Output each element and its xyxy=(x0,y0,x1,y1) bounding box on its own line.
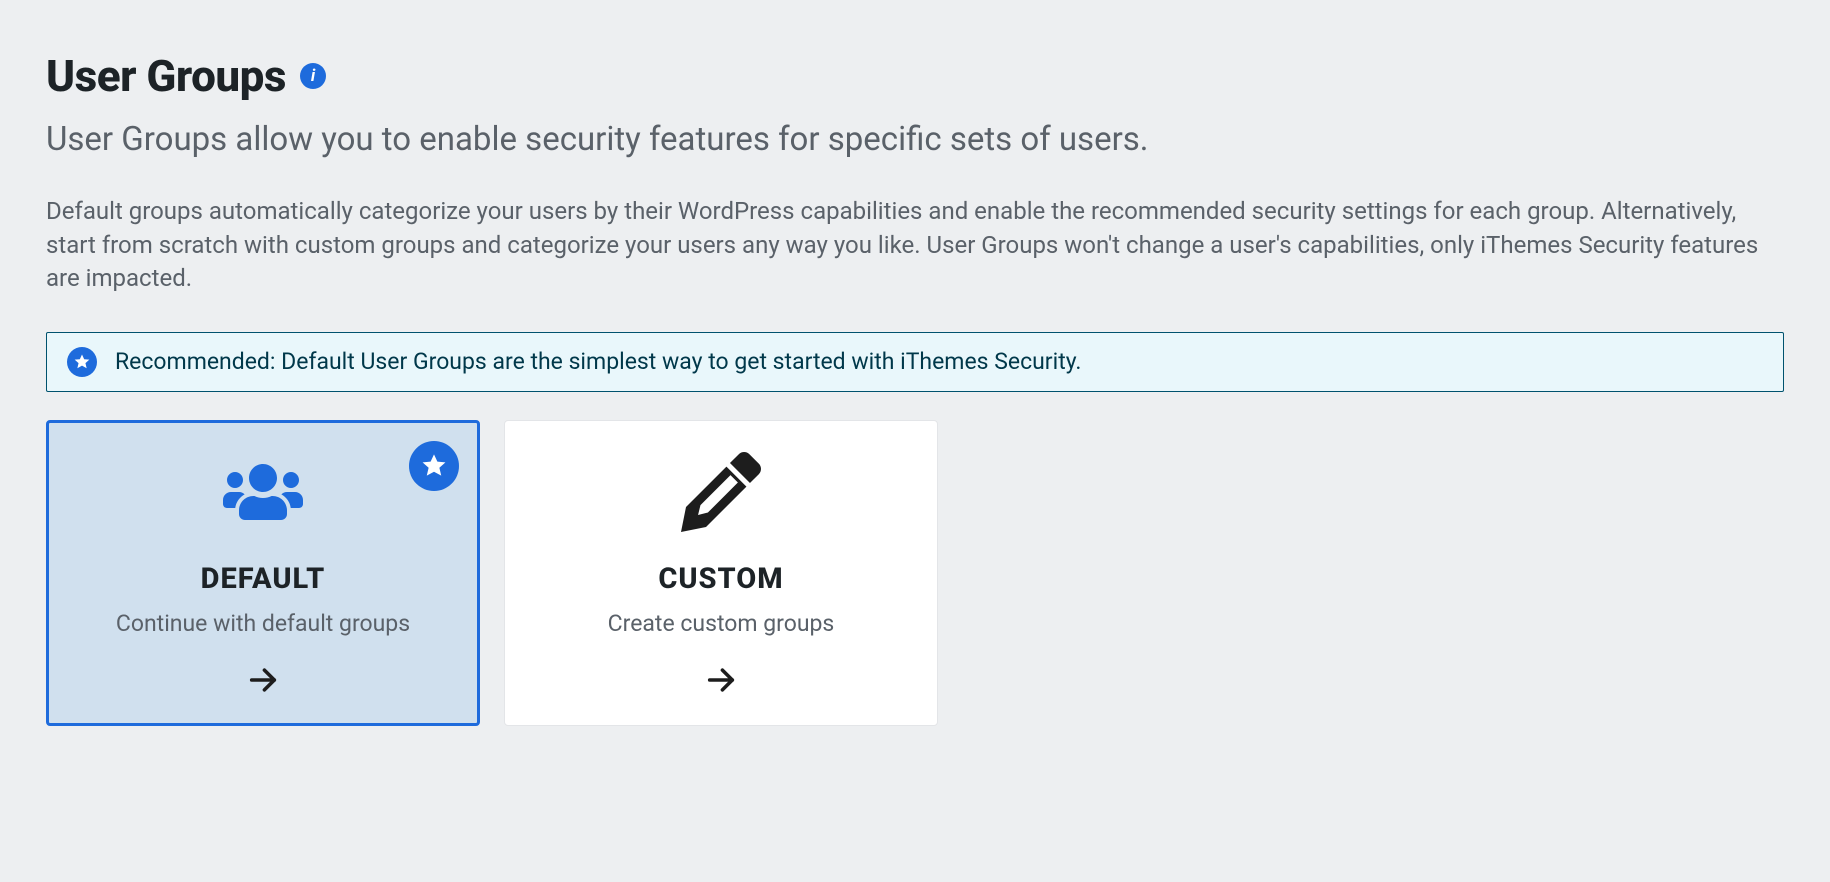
arrow-right-icon xyxy=(704,663,738,701)
default-groups-card[interactable]: DEFAULT Continue with default groups xyxy=(46,420,480,726)
pencil-icon xyxy=(681,452,761,536)
info-icon[interactable]: i xyxy=(300,63,326,89)
arrow-right-icon xyxy=(246,663,280,701)
custom-card-subtitle: Create custom groups xyxy=(608,610,835,637)
recommended-star-icon xyxy=(409,441,459,491)
page-title: User Groups xyxy=(46,50,286,102)
custom-groups-card[interactable]: CUSTOM Create custom groups xyxy=(504,420,938,726)
lead-description: User Groups allow you to enable security… xyxy=(46,120,1784,159)
default-card-title: DEFAULT xyxy=(201,562,326,596)
users-group-icon xyxy=(223,452,303,536)
page-header: User Groups i xyxy=(46,50,1784,102)
star-icon xyxy=(67,347,97,377)
long-description: Default groups automatically categorize … xyxy=(46,195,1766,296)
recommendation-banner: Recommended: Default User Groups are the… xyxy=(46,332,1784,392)
option-cards: DEFAULT Continue with default groups CUS… xyxy=(46,420,1784,726)
banner-text: Recommended: Default User Groups are the… xyxy=(115,348,1081,375)
default-card-subtitle: Continue with default groups xyxy=(116,610,410,637)
custom-card-title: CUSTOM xyxy=(658,562,783,596)
